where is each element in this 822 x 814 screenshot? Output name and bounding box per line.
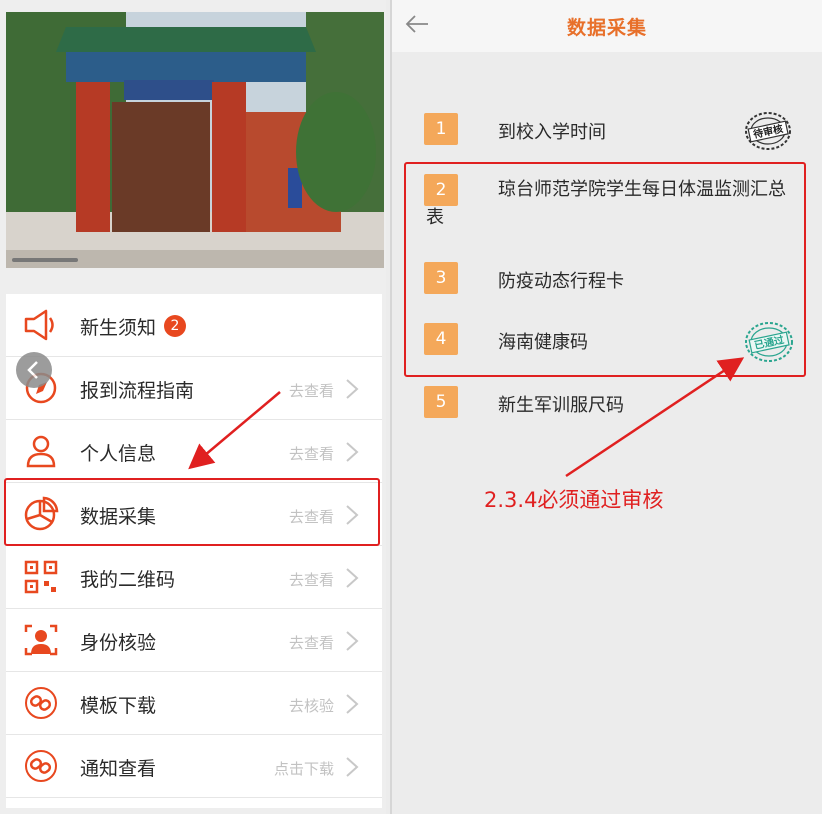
menu-label: 模板下载 xyxy=(80,695,157,717)
face-scan-icon xyxy=(24,624,58,656)
menu-label: 身份核验 xyxy=(80,632,157,654)
menu-item-new-student-notice[interactable]: 新生须知 2 xyxy=(6,294,382,357)
left-panel: 新生须知 2 报到流程指南 去查看 个人信息 去查看 数据采集 去查看 我的二维… xyxy=(0,0,386,814)
menu-list: 新生须知 2 报到流程指南 去查看 个人信息 去查看 数据采集 去查看 我的二维… xyxy=(6,294,382,808)
menu-label: 我的二维码 xyxy=(80,569,176,591)
menu-item-identity-verification[interactable]: 身份核验 去查看 xyxy=(6,609,382,672)
notification-badge: 2 xyxy=(164,315,186,337)
menu-item-personal-info[interactable]: 个人信息 去查看 xyxy=(6,420,382,483)
highlight-box-data-collection xyxy=(4,478,380,546)
menu-link-text[interactable]: 点击下载 xyxy=(274,758,334,779)
top-bar: 数据采集 xyxy=(392,0,822,52)
pending-review-stamp: 待审核 xyxy=(745,112,791,150)
menu-item-my-qrcode[interactable]: 我的二维码 去查看 xyxy=(6,546,382,609)
menu-item-template-download[interactable]: 模板下载 去核验 xyxy=(6,672,382,735)
step-label-uniform-size[interactable]: 新生军训服尺码 xyxy=(498,391,624,417)
menu-label: 个人信息 xyxy=(80,443,157,465)
menu-item-registration-guide[interactable]: 报到流程指南 去查看 xyxy=(6,357,382,420)
chevron-right-icon xyxy=(346,757,359,777)
menu-link-text[interactable]: 去查看 xyxy=(289,443,334,464)
banner-photo xyxy=(6,12,384,268)
chevron-right-icon xyxy=(346,379,359,399)
menu-link-text[interactable]: 去查看 xyxy=(289,569,334,590)
menu-link-text[interactable]: 去核验 xyxy=(289,695,334,716)
chevron-right-icon xyxy=(346,442,359,462)
chevron-left-icon xyxy=(27,361,38,379)
step-label-arrival-time[interactable]: 到校入学时间 xyxy=(498,118,606,144)
campus-gate-banner[interactable] xyxy=(6,12,384,268)
person-icon xyxy=(26,435,56,468)
qrcode-icon xyxy=(24,560,58,594)
annotation-note: 2.3.4必须通过审核 xyxy=(484,488,664,512)
menu-item-notice-view[interactable]: 通知查看 点击下载 xyxy=(6,735,382,798)
notice-icon xyxy=(25,750,57,782)
speaker-icon xyxy=(24,309,54,341)
menu-label: 通知查看 xyxy=(80,758,157,780)
chevron-right-icon xyxy=(346,694,359,714)
step-number: 1 xyxy=(424,113,458,145)
chevron-right-icon xyxy=(346,568,359,588)
menu-link-text[interactable]: 去查看 xyxy=(289,380,334,401)
page-title: 数据采集 xyxy=(566,17,647,39)
chevron-right-icon xyxy=(346,631,359,651)
step-number: 5 xyxy=(424,386,458,418)
floating-back-button[interactable] xyxy=(16,352,52,388)
menu-label: 报到流程指南 xyxy=(80,380,195,402)
right-panel: 数据采集 1 到校入学时间 待审核 2 琼台师范学院学生每日体温监测汇总表 3 … xyxy=(392,0,822,814)
template-icon xyxy=(25,687,57,719)
menu-label: 新生须知 xyxy=(80,317,157,339)
menu-link-text[interactable]: 去查看 xyxy=(289,632,334,653)
highlight-box-required-steps xyxy=(404,162,806,377)
